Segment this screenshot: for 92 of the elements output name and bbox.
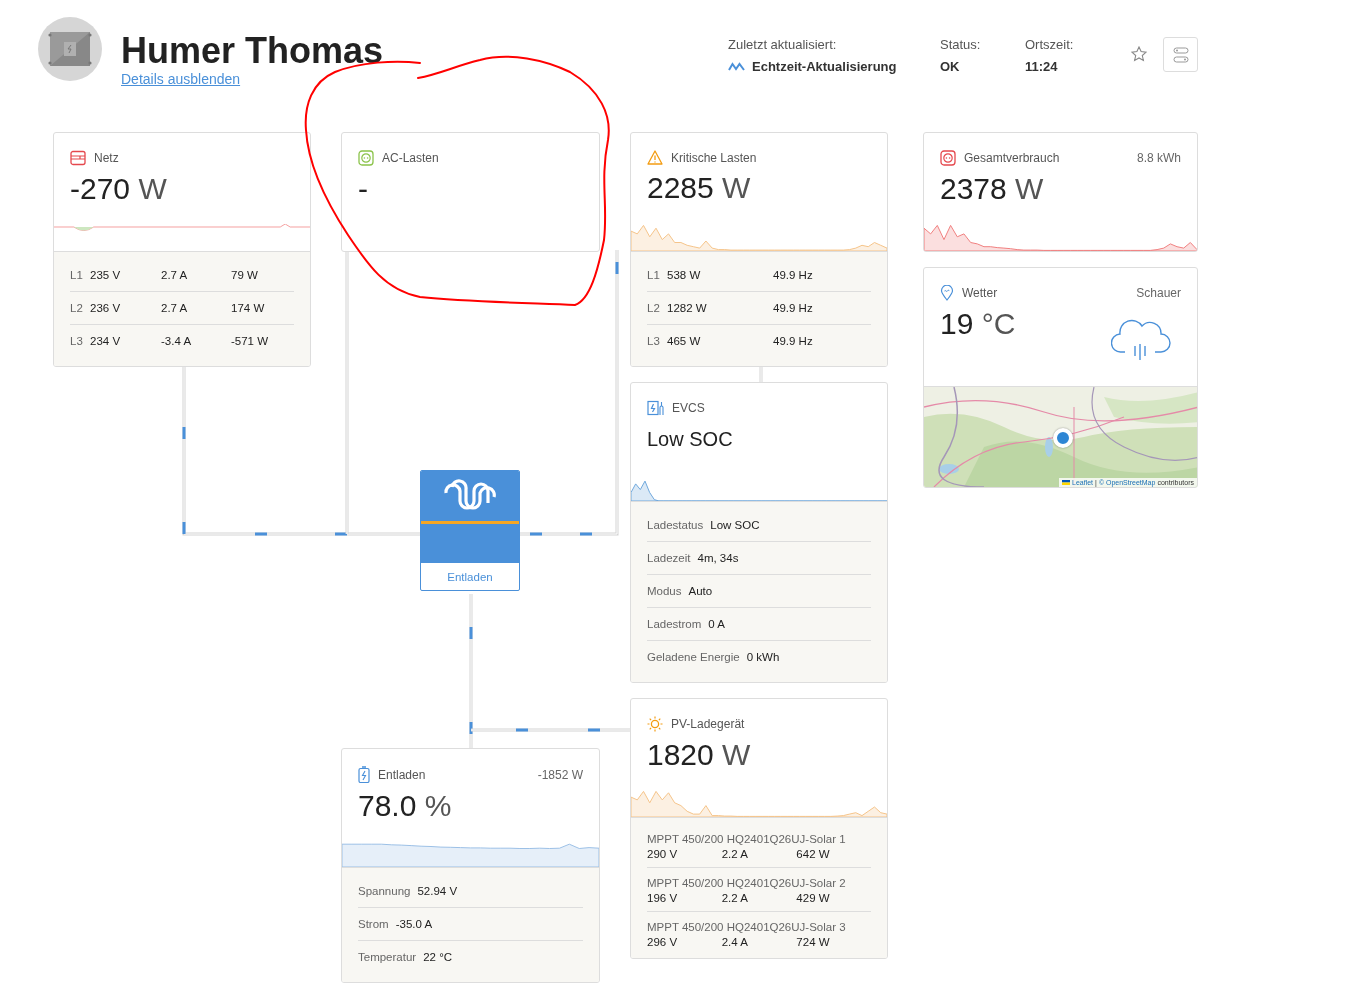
card-value: 2285 W xyxy=(647,171,751,205)
detail-value: 52.94 V xyxy=(417,885,458,897)
charging-station-icon xyxy=(647,400,664,416)
table-cell-text: 236 V xyxy=(90,302,122,314)
card-value: -270 W xyxy=(70,172,167,206)
card-value: 78.0 % xyxy=(358,789,452,823)
card-title: EVCS xyxy=(672,401,705,415)
coil-logo-icon xyxy=(442,479,498,513)
table-cell-text: 290 V xyxy=(647,848,679,860)
detail-value: Low SOC xyxy=(710,519,760,531)
warning-icon xyxy=(647,150,663,165)
phase-label: L1 xyxy=(70,269,84,281)
detail-value: 22 °C xyxy=(423,951,453,963)
charger-name: MPPT 450/200 HQ2401Q26UJ-Solar 2 xyxy=(647,877,847,889)
last-updated-label: Zuletzt aktualisiert: xyxy=(728,37,838,52)
detail-label: Strom xyxy=(358,918,389,930)
detail-label: Ladezeit xyxy=(647,552,691,564)
card-title: Kritische Lasten xyxy=(671,150,757,165)
socket-icon xyxy=(940,150,956,166)
card-title: Wetter xyxy=(962,286,998,300)
charger-name: MPPT 450/200 HQ2401Q26UJ-Solar 1 xyxy=(647,833,847,845)
phase-label: L2 xyxy=(70,302,84,314)
card-title: PV-Ladegerät xyxy=(671,717,745,731)
phase-label: L3 xyxy=(70,335,84,347)
charger-name: MPPT 450/200 HQ2401Q26UJ-Solar 3 xyxy=(647,921,847,933)
table-cell-text: -571 W xyxy=(231,335,270,347)
detail-label: Spannung xyxy=(358,885,411,897)
table-cell-text: -3.4 A xyxy=(161,335,193,347)
table-cell-text: 196 V xyxy=(647,892,679,904)
table-cell-text: 2.7 A xyxy=(161,302,189,314)
table-cell-text: 538 W xyxy=(667,269,702,281)
card-value: - xyxy=(358,172,368,206)
last-updated-value: Echtzeit-Aktualisierung xyxy=(752,59,897,74)
card-extra-value: 8.8 kWh xyxy=(1137,151,1181,165)
detail-label: Modus xyxy=(647,585,682,597)
table-cell-text: 174 W xyxy=(231,302,266,314)
table-cell-text: 2.7 A xyxy=(161,269,189,281)
card-title: Gesamtverbrauch xyxy=(964,151,1060,165)
table-cell-text: 429 W xyxy=(796,892,831,904)
table-cell-text: 49.9 Hz xyxy=(773,335,814,347)
table-cell-text: 2.2 A xyxy=(721,892,749,904)
location-pin-icon xyxy=(940,285,954,301)
card-value: 2378 W xyxy=(940,172,1044,206)
card-title: Netz xyxy=(94,151,119,165)
status-label: Status: xyxy=(940,37,982,52)
local-time-label: Ortszeit: xyxy=(1025,37,1075,52)
local-time-value: 11:24 xyxy=(1025,59,1059,74)
detail-value: -35.0 A xyxy=(395,918,433,930)
table-cell-text: 724 W xyxy=(796,936,831,948)
detail-value: Auto xyxy=(688,585,713,597)
card-value: 1820 W xyxy=(647,738,751,772)
card-value: 19 °C xyxy=(940,307,1016,341)
table-cell-text: 2.4 A xyxy=(721,936,749,948)
table-cell-text: 49.9 Hz xyxy=(773,269,814,281)
detail-value: 0 A xyxy=(708,618,725,630)
phase-label: L3 xyxy=(647,335,661,347)
realtime-wave-icon xyxy=(728,62,745,71)
battery-icon xyxy=(358,766,370,783)
card-title: AC-Lasten xyxy=(382,151,439,165)
card-extra-value: Schauer xyxy=(1136,286,1181,300)
sun-icon xyxy=(647,716,663,732)
table-cell-text: 465 W xyxy=(667,335,702,347)
table-cell-text: 1282 W xyxy=(667,302,708,314)
card-title: Entladen xyxy=(378,767,426,782)
grid-icon xyxy=(70,150,86,166)
details-link[interactable]: Details ausblenden xyxy=(121,71,241,87)
table-cell-text: 234 V xyxy=(90,335,122,347)
site-name: Humer Thomas xyxy=(121,31,384,71)
toggle-button[interactable] xyxy=(1163,37,1198,72)
detail-value: 4m, 34s xyxy=(697,552,739,564)
table-cell-text: 49.9 Hz xyxy=(773,302,814,314)
device-icon xyxy=(47,29,93,69)
status-value: OK xyxy=(940,59,961,74)
table-cell-text: 79 W xyxy=(231,269,259,281)
inverter-state: Entladen xyxy=(446,570,494,585)
flag-icon xyxy=(1062,480,1071,485)
detail-label: Ladestrom xyxy=(647,618,702,630)
card-extra-value: -1852 W xyxy=(537,767,583,782)
phase-label: L1 xyxy=(647,269,661,281)
detail-label: Ladestatus xyxy=(647,519,704,531)
table-cell-text: 235 V xyxy=(90,269,122,281)
detail-value: 0 kWh xyxy=(746,651,780,663)
table-cell-text: 2.2 A xyxy=(721,848,749,860)
detail-label: Temperatur xyxy=(358,951,417,963)
detail-label: Geladene Energie xyxy=(647,651,740,663)
table-cell-text: 296 V xyxy=(647,936,679,948)
table-cell-text: 642 W xyxy=(796,848,831,860)
card-value: Low SOC xyxy=(647,428,733,451)
socket-icon xyxy=(358,150,374,166)
toggle-switches-icon xyxy=(1172,45,1189,64)
star-icon[interactable] xyxy=(1131,46,1147,62)
phase-label: L2 xyxy=(647,302,661,314)
